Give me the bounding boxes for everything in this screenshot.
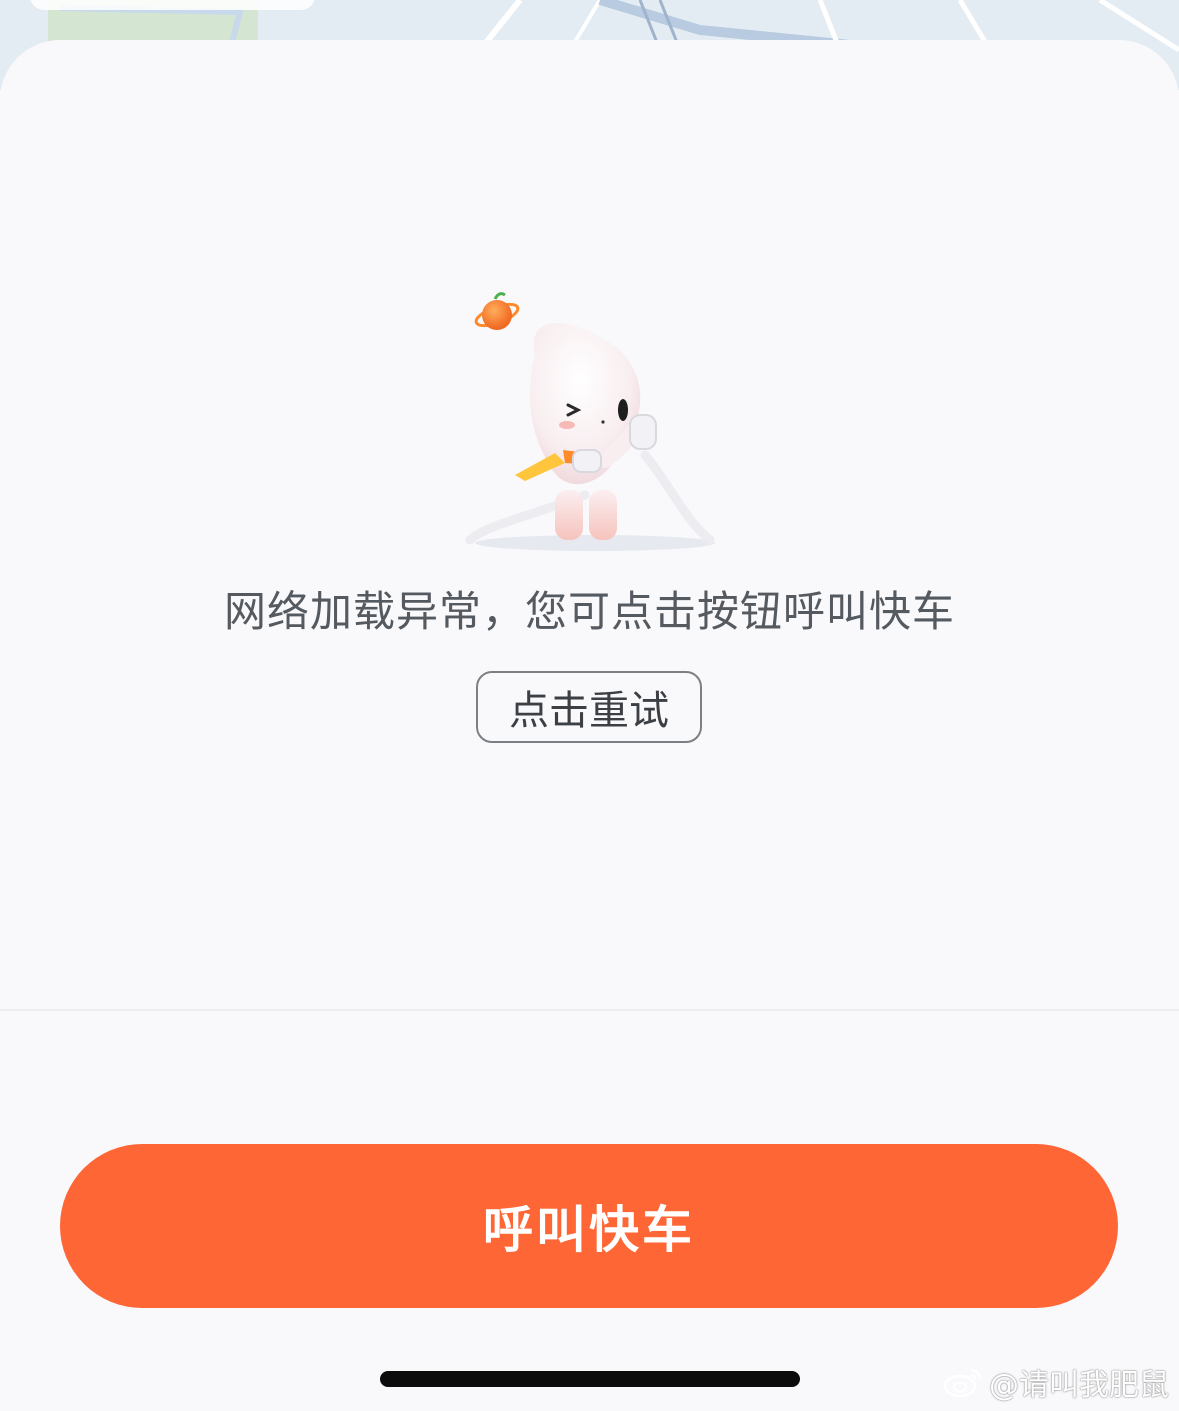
watermark-text: @请叫我肥鼠 <box>989 1368 1169 1403</box>
mascot-holding-plugs-icon <box>465 292 715 551</box>
mascot-illustration <box>455 285 730 560</box>
watermark: @请叫我肥鼠 <box>943 1362 1169 1403</box>
call-express-car-button[interactable]: 呼叫快车 <box>60 1144 1118 1308</box>
app-screen: 网络加载异常，您可点击按钮呼叫快车 点击重试 呼叫快车 @请叫我肥鼠 <box>0 0 1179 1411</box>
home-indicator[interactable] <box>380 1371 800 1387</box>
divider <box>0 1009 1179 1011</box>
weibo-icon <box>943 1366 983 1398</box>
network-error-message: 网络加载异常，您可点击按钮呼叫快车 <box>223 587 955 636</box>
retry-button[interactable]: 点击重试 <box>476 671 702 743</box>
